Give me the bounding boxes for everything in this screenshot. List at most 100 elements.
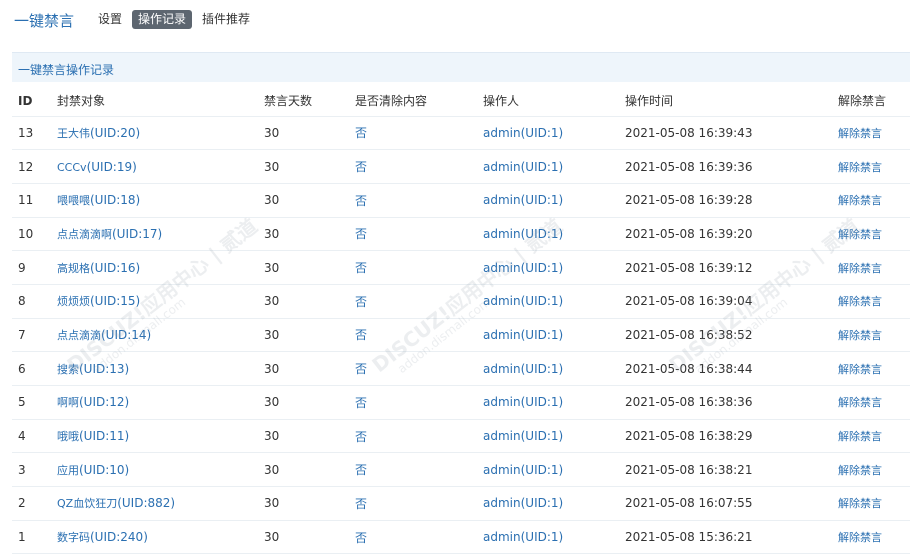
row-action[interactable]: 解除禁言 <box>838 351 910 386</box>
target-name[interactable]: 搜索 <box>57 363 79 376</box>
row-action[interactable]: 解除禁言 <box>838 520 910 554</box>
target-user-link[interactable]: QZ血饮狂刀(UID:882) <box>57 496 175 510</box>
operator-link[interactable]: admin(UID:1) <box>483 429 563 443</box>
row-target[interactable]: 啊啊(UID:12) <box>57 385 264 420</box>
unban-button[interactable]: 解除禁言 <box>838 295 882 308</box>
operator-link[interactable]: admin(UID:1) <box>483 362 563 376</box>
row-action[interactable]: 解除禁言 <box>838 419 910 454</box>
row-operator[interactable]: admin(UID:1) <box>483 520 625 554</box>
unban-button[interactable]: 解除禁言 <box>838 127 882 140</box>
target-user-link[interactable]: 数字码(UID:240) <box>57 530 148 544</box>
row-operator[interactable]: admin(UID:1) <box>483 452 625 488</box>
row-action[interactable]: 解除禁言 <box>838 217 910 252</box>
unban-button[interactable]: 解除禁言 <box>838 161 882 174</box>
target-name[interactable]: 数字码 <box>57 531 90 544</box>
target-user-link[interactable]: 啊啊(UID:12) <box>57 395 129 409</box>
row-operator[interactable]: admin(UID:1) <box>483 419 625 454</box>
row-operator[interactable]: admin(UID:1) <box>483 149 625 184</box>
unban-button[interactable]: 解除禁言 <box>838 329 882 342</box>
target-name[interactable]: 喂喂喂 <box>57 194 90 207</box>
unban-button[interactable]: 解除禁言 <box>838 396 882 409</box>
row-action[interactable]: 解除禁言 <box>838 183 910 218</box>
target-name[interactable]: 高规格 <box>57 262 90 275</box>
row-action[interactable]: 解除禁言 <box>838 149 910 184</box>
row-action[interactable]: 解除禁言 <box>838 116 910 151</box>
operator-link[interactable]: admin(UID:1) <box>483 261 563 275</box>
target-name[interactable]: 啊啊 <box>57 396 79 409</box>
operator-link[interactable]: admin(UID:1) <box>483 395 563 409</box>
target-uid[interactable]: (UID:240) <box>90 530 148 544</box>
target-uid[interactable]: (UID:10) <box>79 463 129 477</box>
row-target[interactable]: 哦哦(UID:11) <box>57 419 264 454</box>
target-user-link[interactable]: 点点滴滴啊(UID:17) <box>57 227 162 241</box>
tab-settings[interactable]: 设置 <box>92 10 128 29</box>
target-uid[interactable]: (UID:16) <box>90 261 140 275</box>
target-uid[interactable]: (UID:20) <box>90 126 140 140</box>
row-target[interactable]: CCCv(UID:19) <box>57 149 264 184</box>
row-operator[interactable]: admin(UID:1) <box>483 385 625 420</box>
target-name[interactable]: 点点滴滴 <box>57 329 101 342</box>
row-operator[interactable]: admin(UID:1) <box>483 116 625 151</box>
target-user-link[interactable]: 应用(UID:10) <box>57 463 129 477</box>
row-operator[interactable]: admin(UID:1) <box>483 250 625 285</box>
target-name[interactable]: 点点滴滴啊 <box>57 228 112 241</box>
target-user-link[interactable]: 烦烦烦(UID:15) <box>57 294 140 308</box>
target-uid[interactable]: (UID:15) <box>90 294 140 308</box>
target-user-link[interactable]: 喂喂喂(UID:18) <box>57 193 140 207</box>
row-target[interactable]: 应用(UID:10) <box>57 452 264 488</box>
row-target[interactable]: 烦烦烦(UID:15) <box>57 284 264 319</box>
target-name[interactable]: CCCv <box>57 161 87 174</box>
target-name[interactable]: 烦烦烦 <box>57 295 90 308</box>
unban-button[interactable]: 解除禁言 <box>838 194 882 207</box>
row-operator[interactable]: admin(UID:1) <box>483 486 625 521</box>
target-uid[interactable]: (UID:13) <box>79 362 129 376</box>
row-operator[interactable]: admin(UID:1) <box>483 351 625 386</box>
row-target[interactable]: 王大伟(UID:20) <box>57 116 264 151</box>
unban-button[interactable]: 解除禁言 <box>838 464 882 477</box>
unban-button[interactable]: 解除禁言 <box>838 363 882 376</box>
row-action[interactable]: 解除禁言 <box>838 452 910 488</box>
target-user-link[interactable]: 搜索(UID:13) <box>57 362 129 376</box>
row-action[interactable]: 解除禁言 <box>838 250 910 285</box>
operator-link[interactable]: admin(UID:1) <box>483 227 563 241</box>
target-uid[interactable]: (UID:12) <box>79 395 129 409</box>
target-user-link[interactable]: 高规格(UID:16) <box>57 261 140 275</box>
row-action[interactable]: 解除禁言 <box>838 385 910 420</box>
operator-link[interactable]: admin(UID:1) <box>483 126 563 140</box>
operator-link[interactable]: admin(UID:1) <box>483 294 563 308</box>
row-action[interactable]: 解除禁言 <box>838 284 910 319</box>
row-operator[interactable]: admin(UID:1) <box>483 318 625 353</box>
row-operator[interactable]: admin(UID:1) <box>483 183 625 218</box>
target-uid[interactable]: (UID:17) <box>112 227 162 241</box>
tab-records[interactable]: 操作记录 <box>132 9 193 29</box>
target-name[interactable]: 哦哦 <box>57 430 79 443</box>
row-operator[interactable]: admin(UID:1) <box>483 217 625 252</box>
operator-link[interactable]: admin(UID:1) <box>483 193 563 207</box>
unban-button[interactable]: 解除禁言 <box>838 531 882 544</box>
operator-link[interactable]: admin(UID:1) <box>483 160 563 174</box>
target-name[interactable]: QZ血饮狂刀 <box>57 497 117 510</box>
operator-link[interactable]: admin(UID:1) <box>483 463 563 477</box>
row-action[interactable]: 解除禁言 <box>838 318 910 353</box>
target-user-link[interactable]: 哦哦(UID:11) <box>57 429 129 443</box>
unban-button[interactable]: 解除禁言 <box>838 262 882 275</box>
operator-link[interactable]: admin(UID:1) <box>483 496 563 510</box>
row-target[interactable]: 搜索(UID:13) <box>57 351 264 386</box>
unban-button[interactable]: 解除禁言 <box>838 430 882 443</box>
row-target[interactable]: 数字码(UID:240) <box>57 520 264 554</box>
row-target[interactable]: 高规格(UID:16) <box>57 250 264 285</box>
target-uid[interactable]: (UID:11) <box>79 429 129 443</box>
target-user-link[interactable]: 王大伟(UID:20) <box>57 126 140 140</box>
row-target[interactable]: 点点滴滴啊(UID:17) <box>57 217 264 252</box>
target-name[interactable]: 王大伟 <box>57 127 90 140</box>
unban-button[interactable]: 解除禁言 <box>838 228 882 241</box>
target-uid[interactable]: (UID:19) <box>87 160 137 174</box>
target-user-link[interactable]: 点点滴滴(UID:14) <box>57 328 151 342</box>
operator-link[interactable]: admin(UID:1) <box>483 328 563 342</box>
operator-link[interactable]: admin(UID:1) <box>483 530 563 544</box>
row-target[interactable]: 点点滴滴(UID:14) <box>57 318 264 353</box>
row-target[interactable]: QZ血饮狂刀(UID:882) <box>57 486 264 521</box>
row-action[interactable]: 解除禁言 <box>838 486 910 521</box>
target-uid[interactable]: (UID:18) <box>90 193 140 207</box>
target-name[interactable]: 应用 <box>57 464 79 477</box>
